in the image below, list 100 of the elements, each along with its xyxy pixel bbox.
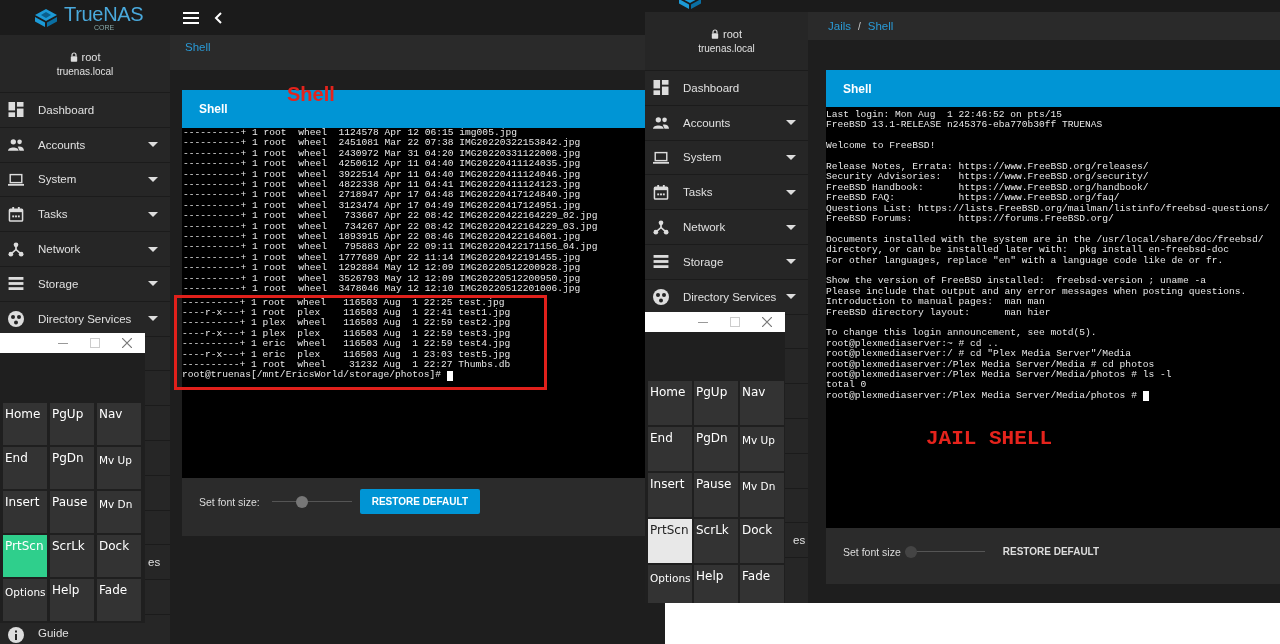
- directory-icon: [8, 310, 24, 327]
- nav-item[interactable]: Network: [0, 232, 170, 267]
- keyboard-key[interactable]: Pause: [50, 491, 94, 533]
- nav-item[interactable]: Tasks: [645, 175, 808, 211]
- terminal-line: ----------+ 1 plex wheel 116503 Aug 1 22:59 test2.jpg: [182, 318, 512, 329]
- keyboard-key[interactable]: PgDn: [50, 447, 94, 489]
- slider-thumb[interactable]: [904, 545, 917, 558]
- calendar-icon: [653, 184, 669, 200]
- keyboard-key[interactable]: PgDn: [694, 427, 738, 471]
- keyboard-key[interactable]: ScrLk: [694, 519, 738, 563]
- keyboard-key[interactable]: Mv Dn: [97, 491, 141, 533]
- directory-icon: [653, 288, 669, 305]
- keyboard-key[interactable]: Dock: [740, 519, 784, 563]
- nav-item[interactable]: Storage: [0, 267, 170, 302]
- close-icon[interactable]: [762, 317, 772, 327]
- terminal-line: Security Advisories: https://www.FreeBSD.org/security/: [826, 172, 1150, 183]
- laptop-icon: [8, 173, 24, 186]
- text-cursor: [446, 370, 453, 381]
- people-icon: [8, 138, 24, 152]
- calendar-icon: [8, 206, 24, 222]
- terminal-line: For other languages, replace "en" with a language code like de or fr.: [826, 255, 1225, 267]
- keyboard-key[interactable]: PgUp: [694, 381, 738, 425]
- nav-item[interactable]: Dashboard: [645, 71, 808, 106]
- username: root: [723, 28, 742, 40]
- logo-icon: [34, 7, 58, 28]
- terminal-line: ----------+ 1 root wheel 31232 Aug 1 22:27 Thumbs.db: [182, 359, 512, 370]
- network-icon: [8, 241, 24, 257]
- terminal-line: FreeBSD 13.1-RELEASE n245376-eba770b30ff TRUENAS: [826, 120, 1104, 131]
- keyboard-key[interactable]: End: [648, 427, 692, 471]
- laptop-icon: [653, 151, 669, 164]
- keyboard-key[interactable]: Fade: [740, 565, 784, 603]
- keyboard-key[interactable]: Options: [648, 565, 692, 603]
- keyboard-key[interactable]: Mv Up: [740, 427, 784, 471]
- menu-icon[interactable]: [183, 11, 199, 24]
- keyboard-key[interactable]: Fade: [97, 579, 141, 621]
- keyboard-key[interactable]: Pause: [694, 473, 738, 517]
- terminal-line: ----r-x---+ 1 root plex 116503 Aug 1 22:41 test1.jpg: [182, 307, 512, 318]
- keyboard-key[interactable]: End: [3, 447, 47, 489]
- network-icon: [653, 219, 669, 235]
- keyboard-key[interactable]: Nav: [740, 381, 784, 425]
- terminal-line: Questions List: https://lists.FreeBSD.org/mailman/listinfo/freebsd-questions/: [826, 203, 1271, 214]
- keyboard-key[interactable]: Help: [50, 579, 94, 621]
- nav-item[interactable]: Tasks: [0, 197, 170, 233]
- terminal-line: ----------+ 1 root wheel 3526793 May 12 12:09 IMG20220512200950.jpg: [183, 273, 582, 284]
- storage-icon: [8, 277, 24, 291]
- terminal-line: directory, or can be installed later with: pkg install en-freebsd-doc: [826, 245, 1230, 256]
- people-icon: [653, 116, 669, 130]
- nav-item[interactable]: Network: [645, 210, 808, 245]
- terminal-line: Documents installed with the system are in the /usr/local/share/doc/freebsd/: [826, 234, 1265, 245]
- keyboard-key[interactable]: Help: [694, 565, 738, 603]
- terminal-line: ----------+ 1 root wheel 2718947 Apr 17 04:48 IMG20220417124840.jpg: [183, 190, 582, 201]
- keyboard-key[interactable]: ScrLk: [50, 535, 94, 577]
- close-icon[interactable]: [122, 338, 132, 348]
- terminal-line: ----------+ 1 root wheel 1292884 May 12 12:09 IMG20220512200928.jpg: [183, 263, 582, 274]
- annotation-label: Shell: [287, 83, 335, 106]
- keyboard-key[interactable]: Home: [3, 403, 47, 445]
- back-chevron-icon[interactable]: [214, 11, 222, 24]
- keyboard-key[interactable]: Dock: [97, 535, 141, 577]
- terminal-line: root@plexmediaserver:/Plex Media Server/Media/photos #: [826, 390, 1138, 402]
- nav-item[interactable]: Accounts: [0, 127, 170, 163]
- hostname: truenas.local: [56, 65, 114, 77]
- terminal-line: ----------+ 1 root wheel 1124578 Apr 12 06:15 img005.jpg: [183, 128, 518, 138]
- lock-icon: [711, 29, 719, 39]
- terminal-line: ----------+ 1 eric wheel 116503 Aug 1 22:59 test4.jpg: [182, 339, 512, 350]
- card-title: Shell: [199, 102, 228, 116]
- keyboard-key[interactable]: Insert: [648, 473, 692, 517]
- keyboard-key[interactable]: Nav: [97, 403, 141, 445]
- breadcrumb-current[interactable]: Shell: [867, 20, 894, 32]
- terminal-line: Last login: Mon Aug 1 22:46:52 on pts/15: [826, 110, 1064, 120]
- terminal-line: Welcome to FreeBSD!: [826, 141, 937, 152]
- nav-item[interactable]: System: [645, 140, 808, 176]
- breadcrumb-link[interactable]: Jails: [828, 20, 851, 32]
- terminal-line: ----------+ 1 root wheel 1777689 Apr 22 11:14 IMG20220422191455.jpg: [183, 252, 582, 263]
- terminal-line: ----------+ 1 root wheel 3478046 May 12 12:10 IMG20220512201006.jpg: [183, 284, 582, 295]
- keyboard-key[interactable]: PgUp: [50, 403, 94, 445]
- nav-item[interactable]: Dashboard: [0, 93, 170, 128]
- restore-default-button[interactable]: RESTORE DEFAULT: [996, 539, 1106, 564]
- slider-thumb[interactable]: [296, 495, 309, 508]
- nav-item[interactable]: System: [0, 162, 170, 198]
- terminal-line: root@plexmediaserver:~ # cd ..: [826, 338, 1000, 349]
- keyboard-key[interactable]: Mv Up: [97, 447, 141, 489]
- card-title: Shell: [843, 81, 872, 96]
- terminal-line: ----------+ 1 root wheel 734267 Apr 22 08:42 IMG20220422164229_03.jpg: [183, 221, 599, 232]
- terminal-line: ----------+ 1 root wheel 1893915 Apr 22 08:46 IMG20220422164601.jpg: [183, 232, 581, 243]
- keyboard-key[interactable]: Insert: [3, 491, 47, 533]
- terminal-line: ----------+ 1 root wheel 3123474 Apr 17 04:49 IMG20220417124951.jpg: [183, 200, 582, 211]
- keyboard-key[interactable]: Options: [3, 579, 47, 621]
- nav-item[interactable]: Storage: [645, 245, 808, 280]
- terminal-line: ----r-x---+ 1 eric plex 116503 Aug 1 23:03 test5.jpg: [182, 349, 512, 360]
- keyboard-key[interactable]: PrtScn: [648, 519, 692, 563]
- nav-item[interactable]: Accounts: [645, 105, 808, 141]
- terminal-line: Show the version of FreeBSD installed: freebsd-version ; uname -a: [826, 276, 1207, 287]
- terminal-line: ----------+ 1 root wheel 4250612 Apr 11 04:40 IMG20220411124035.jpg: [183, 159, 582, 170]
- dashboard-icon: [8, 102, 24, 118]
- lock-icon: [69, 51, 78, 62]
- keyboard-key[interactable]: Home: [648, 381, 692, 425]
- terminal-line: ----------+ 1 root wheel 2451081 Mar 22 07:38 IMG20220322153842.jpg: [183, 138, 582, 149]
- breadcrumb-current[interactable]: Shell: [185, 41, 211, 53]
- keyboard-key[interactable]: Mv Dn: [740, 473, 784, 517]
- terminal-line: ----------+ 1 root wheel 733667 Apr 22 08:42 IMG20220422164229_02.jpg: [183, 211, 599, 222]
